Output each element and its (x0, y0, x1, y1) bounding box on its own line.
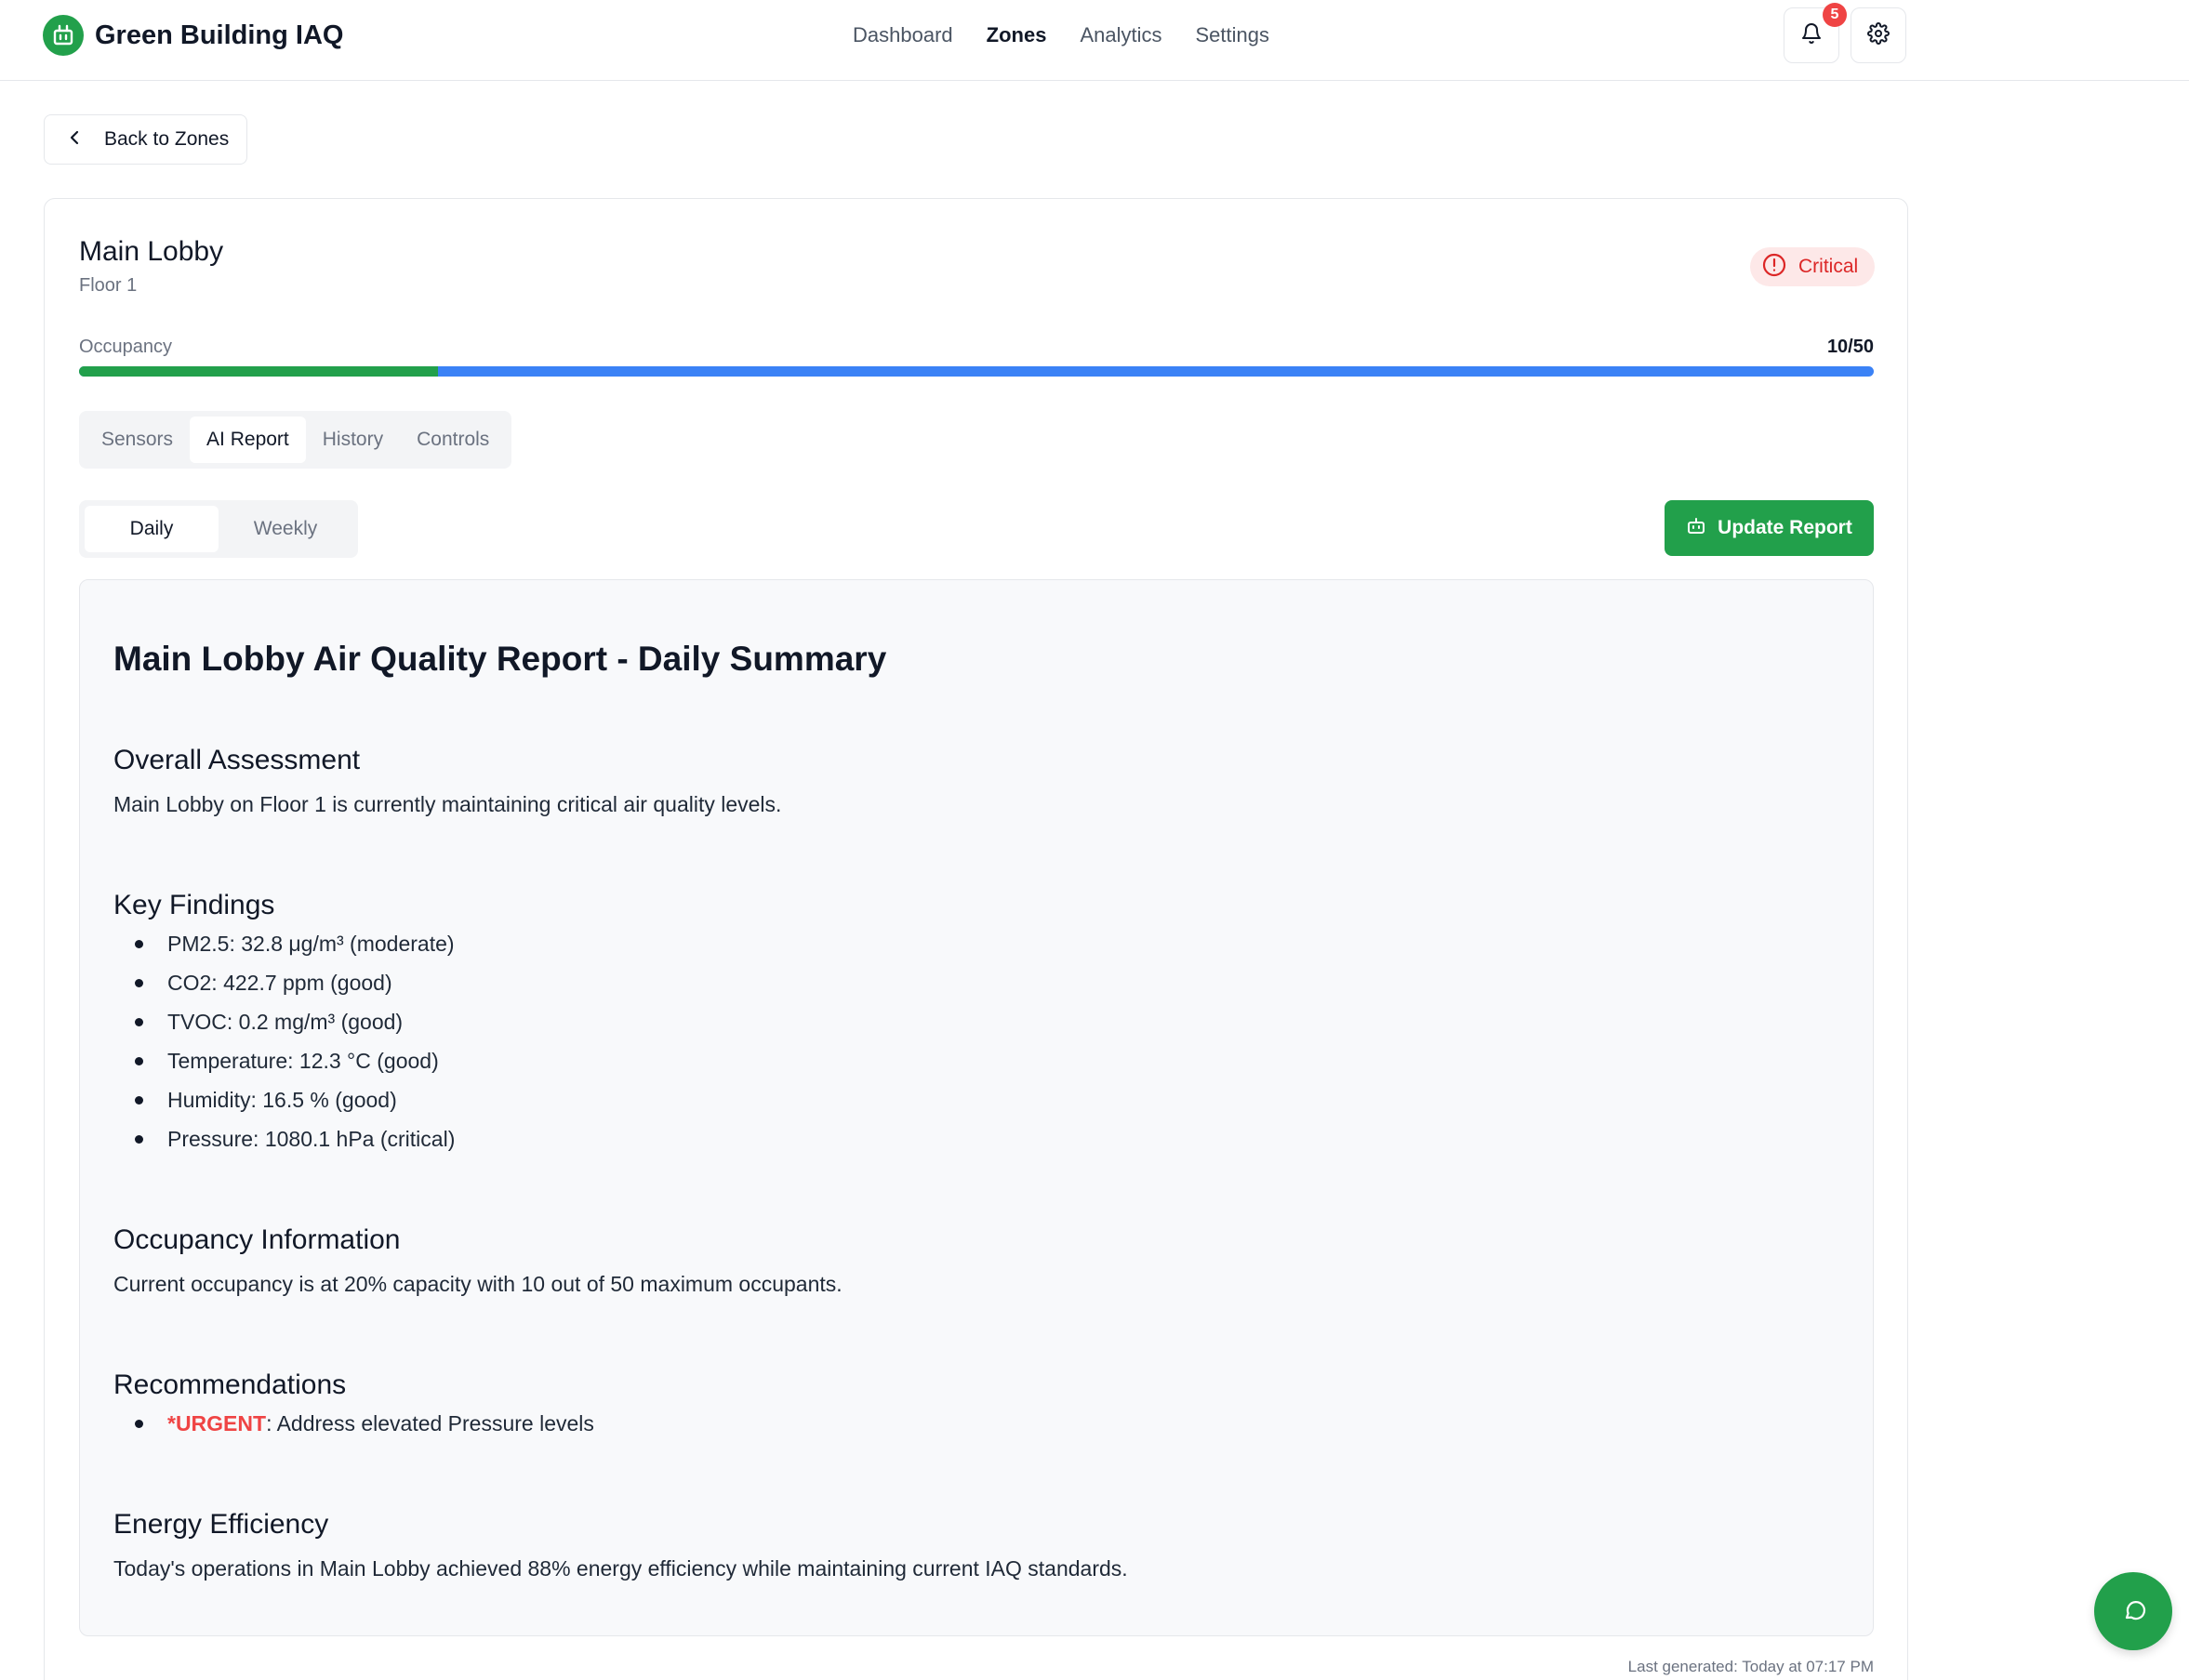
status-label: Critical (1798, 256, 1859, 277)
notification-count-badge: 5 (1823, 3, 1847, 27)
occupancy-label: Occupancy (79, 337, 173, 357)
building-icon (43, 15, 84, 56)
nav-settings[interactable]: Settings (1195, 23, 1269, 47)
tab-weekly[interactable]: Weekly (219, 506, 352, 552)
finding-humidity: Humidity: 16.5 % (good) (113, 1080, 455, 1119)
occupancy-info-text: Current occupancy is at 20% capacity wit… (113, 1272, 842, 1296)
app-header: Green Building IAQ Dashboard Zones Analy… (0, 0, 2189, 81)
occupancy-info-heading: Occupancy Information (113, 1224, 401, 1255)
energy-efficiency-text: Today's operations in Main Lobby achieve… (113, 1556, 1128, 1581)
update-report-button[interactable]: Update Report (1665, 500, 1874, 556)
report-title: Main Lobby Air Quality Report - Daily Su… (113, 640, 887, 678)
energy-efficiency-heading: Energy Efficiency (113, 1509, 329, 1540)
urgent-label: *URGENT (167, 1411, 267, 1435)
app-title: Green Building IAQ (95, 20, 344, 50)
chevron-left-icon (67, 129, 84, 151)
gear-icon (1867, 21, 1890, 49)
zone-floor: Floor 1 (79, 275, 138, 296)
overall-assessment-text: Main Lobby on Floor 1 is currently maint… (113, 792, 782, 816)
finding-pressure: Pressure: 1080.1 hPa (critical) (113, 1119, 455, 1158)
report-period-tabs: Daily Weekly (79, 500, 358, 558)
recommendation-item: *URGENT: Address elevated Pressure level… (113, 1404, 594, 1443)
nav-analytics[interactable]: Analytics (1080, 23, 1161, 47)
tab-history[interactable]: History (306, 417, 400, 463)
tab-controls[interactable]: Controls (400, 417, 506, 463)
settings-button[interactable] (1851, 7, 1906, 63)
zone-tabs: Sensors AI Report History Controls (79, 411, 512, 469)
tab-sensors[interactable]: Sensors (85, 417, 190, 463)
nav-dashboard[interactable]: Dashboard (853, 23, 953, 47)
occupancy-progress-fill (79, 366, 438, 377)
tab-ai-report[interactable]: AI Report (190, 417, 306, 463)
zone-name: Main Lobby (79, 236, 224, 267)
alert-circle-icon (1761, 252, 1787, 283)
occupancy-progress-bar (79, 366, 1874, 377)
ai-report-panel: Main Lobby Air Quality Report - Daily Su… (79, 579, 1874, 1636)
bell-icon (1800, 22, 1823, 49)
nav-zones[interactable]: Zones (987, 23, 1047, 47)
chat-button[interactable] (2094, 1572, 2172, 1650)
update-report-label: Update Report (1718, 517, 1852, 538)
main-nav: Dashboard Zones Analytics Settings (853, 23, 1269, 47)
overall-assessment-heading: Overall Assessment (113, 745, 361, 775)
back-to-zones-button[interactable]: Back to Zones (44, 114, 247, 165)
chat-bubble-icon (2119, 1595, 2147, 1628)
finding-tvoc: TVOC: 0.2 mg/m³ (good) (113, 1002, 455, 1041)
occupancy-value: 10/50 (1826, 337, 1874, 357)
zone-detail-card: Main Lobby Floor 1 Critical Occupancy 10… (44, 198, 1908, 1680)
bot-icon (1686, 516, 1706, 541)
recommendations-heading: Recommendations (113, 1369, 347, 1400)
key-findings-heading: Key Findings (113, 890, 275, 920)
app-logo[interactable]: Green Building IAQ (43, 15, 343, 56)
recommendation-text: : Address elevated Pressure levels (266, 1411, 594, 1435)
key-findings-list: PM2.5: 32.8 μg/m³ (moderate) CO2: 422.7 … (113, 924, 455, 1158)
recommendations-list: *URGENT: Address elevated Pressure level… (113, 1404, 594, 1443)
tab-daily[interactable]: Daily (85, 506, 219, 552)
back-label: Back to Zones (104, 128, 230, 150)
status-badge: Critical (1750, 247, 1876, 286)
finding-temperature: Temperature: 12.3 °C (good) (113, 1041, 455, 1080)
finding-pm25: PM2.5: 32.8 μg/m³ (moderate) (113, 924, 455, 963)
finding-co2: CO2: 422.7 ppm (good) (113, 963, 455, 1002)
last-generated-timestamp: Last generated: Today at 07:17 PM (1627, 1658, 1874, 1675)
